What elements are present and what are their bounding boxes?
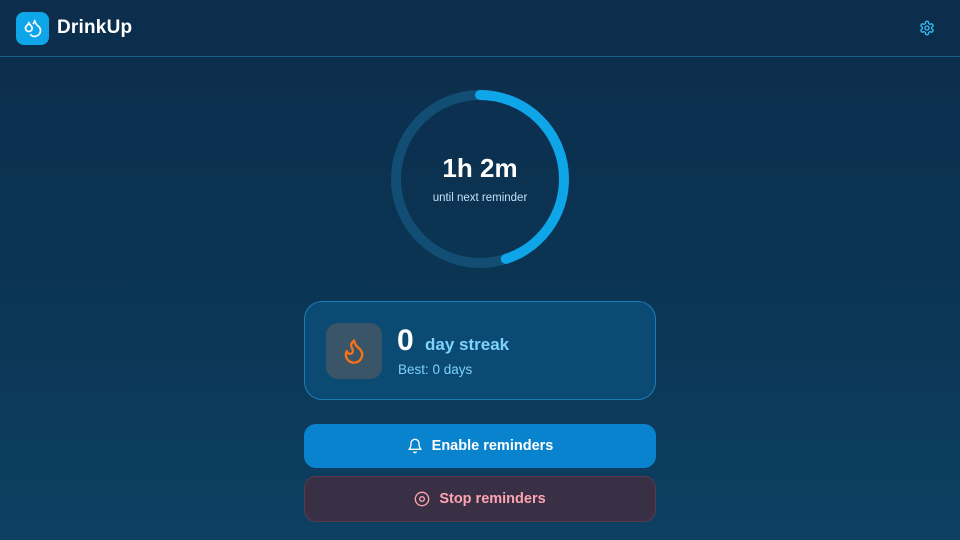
flame-icon xyxy=(344,339,364,364)
streak-icon-container xyxy=(326,323,382,379)
stop-reminders-button[interactable]: Stop reminders xyxy=(304,476,656,522)
app-title: DrinkUp xyxy=(57,17,133,38)
water-drops-icon xyxy=(24,19,41,38)
streak-card: 0 day streak Best: 0 days xyxy=(304,301,656,400)
countdown-ring: 1h 2m until next reminder xyxy=(390,89,570,269)
enable-reminders-button[interactable]: Enable reminders xyxy=(304,424,656,468)
bell-icon xyxy=(407,438,423,454)
gear-icon[interactable] xyxy=(919,20,935,36)
time-remaining: 1h 2m xyxy=(442,152,518,183)
best-streak: Best: 0 days xyxy=(398,362,473,377)
stop-circle-icon xyxy=(414,491,430,507)
stop-reminders-label: Stop reminders xyxy=(439,491,546,507)
streak-count: 0 xyxy=(397,324,414,357)
app-logo xyxy=(16,11,49,45)
streak-label: day streak xyxy=(425,335,510,354)
timer-caption: until next reminder xyxy=(432,191,528,204)
app-header: DrinkUp xyxy=(0,0,960,57)
settings-button[interactable] xyxy=(918,19,936,37)
enable-reminders-label: Enable reminders xyxy=(431,438,554,454)
